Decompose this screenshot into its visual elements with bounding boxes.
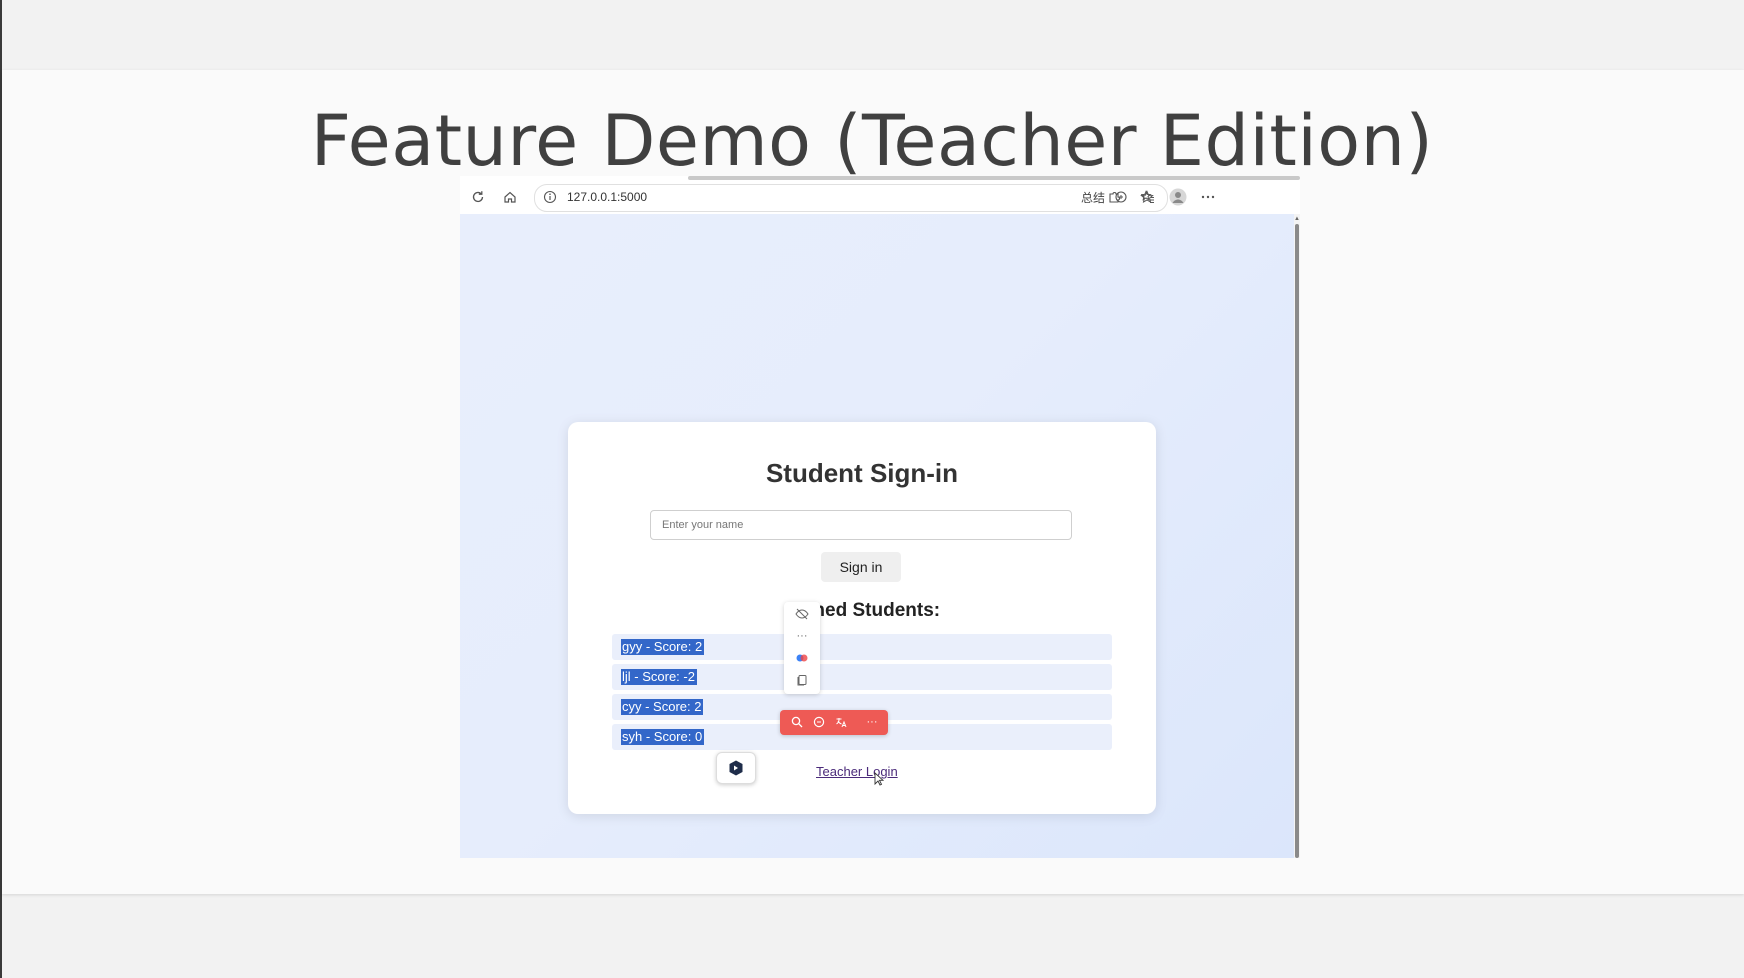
page-scrollbar[interactable] bbox=[1294, 214, 1300, 858]
favorites-list-icon[interactable] bbox=[1138, 187, 1158, 207]
student-list: gyy - Score: 2 ljl - Score: -2 cyy - Sco… bbox=[612, 634, 1112, 754]
copy-icon[interactable] bbox=[793, 671, 811, 689]
scroll-up-arrow-icon[interactable]: ▲ bbox=[1294, 216, 1300, 222]
copilot-button[interactable] bbox=[716, 752, 756, 784]
selection-toolbar: ··· bbox=[780, 710, 888, 735]
more-dots-icon[interactable]: ··· bbox=[793, 627, 811, 645]
browser-window: 127.0.0.1:5000 总结 Student Sign-in Sign i… bbox=[460, 176, 1300, 858]
url-text[interactable]: 127.0.0.1:5000 bbox=[567, 190, 647, 204]
page-title: Student Sign-in bbox=[765, 458, 959, 488]
sign-in-button[interactable]: Sign in bbox=[821, 552, 901, 582]
browser-toolbar: 127.0.0.1:5000 总结 bbox=[460, 180, 1300, 214]
signed-students-heading: Signed Students: bbox=[783, 600, 941, 621]
extensions-icon[interactable] bbox=[1104, 187, 1124, 207]
scrollbar-thumb[interactable] bbox=[1295, 224, 1299, 858]
teacher-login-link[interactable]: Teacher Login bbox=[816, 764, 898, 779]
refresh-icon[interactable] bbox=[468, 187, 488, 207]
profile-icon[interactable] bbox=[1168, 187, 1188, 207]
translate-icon[interactable] bbox=[833, 714, 849, 730]
more-icon[interactable] bbox=[1198, 187, 1218, 207]
student-text[interactable]: ljl - Score: -2 bbox=[621, 669, 697, 685]
address-bar[interactable]: 127.0.0.1:5000 总结 bbox=[534, 184, 1168, 212]
student-text[interactable]: gyy - Score: 2 bbox=[621, 639, 705, 655]
more-icon[interactable]: ··· bbox=[864, 714, 880, 730]
hide-icon[interactable] bbox=[793, 605, 811, 623]
info-icon[interactable] bbox=[543, 190, 559, 206]
search-icon[interactable] bbox=[789, 714, 805, 730]
student-text[interactable]: cyy - Score: 2 bbox=[621, 699, 704, 715]
copilot-color-icon[interactable] bbox=[793, 649, 811, 667]
student-text[interactable]: syh - Score: 0 bbox=[621, 729, 705, 745]
student-row: ljl - Score: -2 bbox=[612, 664, 1112, 690]
home-icon[interactable] bbox=[500, 187, 520, 207]
name-input[interactable] bbox=[650, 510, 1072, 540]
slide-title: Feature Demo (Teacher Edition) bbox=[310, 100, 1434, 182]
mouse-cursor-icon bbox=[874, 771, 885, 786]
page-viewport: Student Sign-in Sign in Signed Students:… bbox=[460, 214, 1294, 858]
chat-icon[interactable] bbox=[811, 714, 827, 730]
signin-card: Student Sign-in Sign in Signed Students:… bbox=[568, 422, 1156, 814]
copilot-icon bbox=[729, 760, 743, 776]
summary-label[interactable]: 总结 bbox=[1081, 189, 1105, 206]
student-row: gyy - Score: 2 bbox=[612, 634, 1112, 660]
selection-side-menu: ··· bbox=[784, 602, 820, 694]
